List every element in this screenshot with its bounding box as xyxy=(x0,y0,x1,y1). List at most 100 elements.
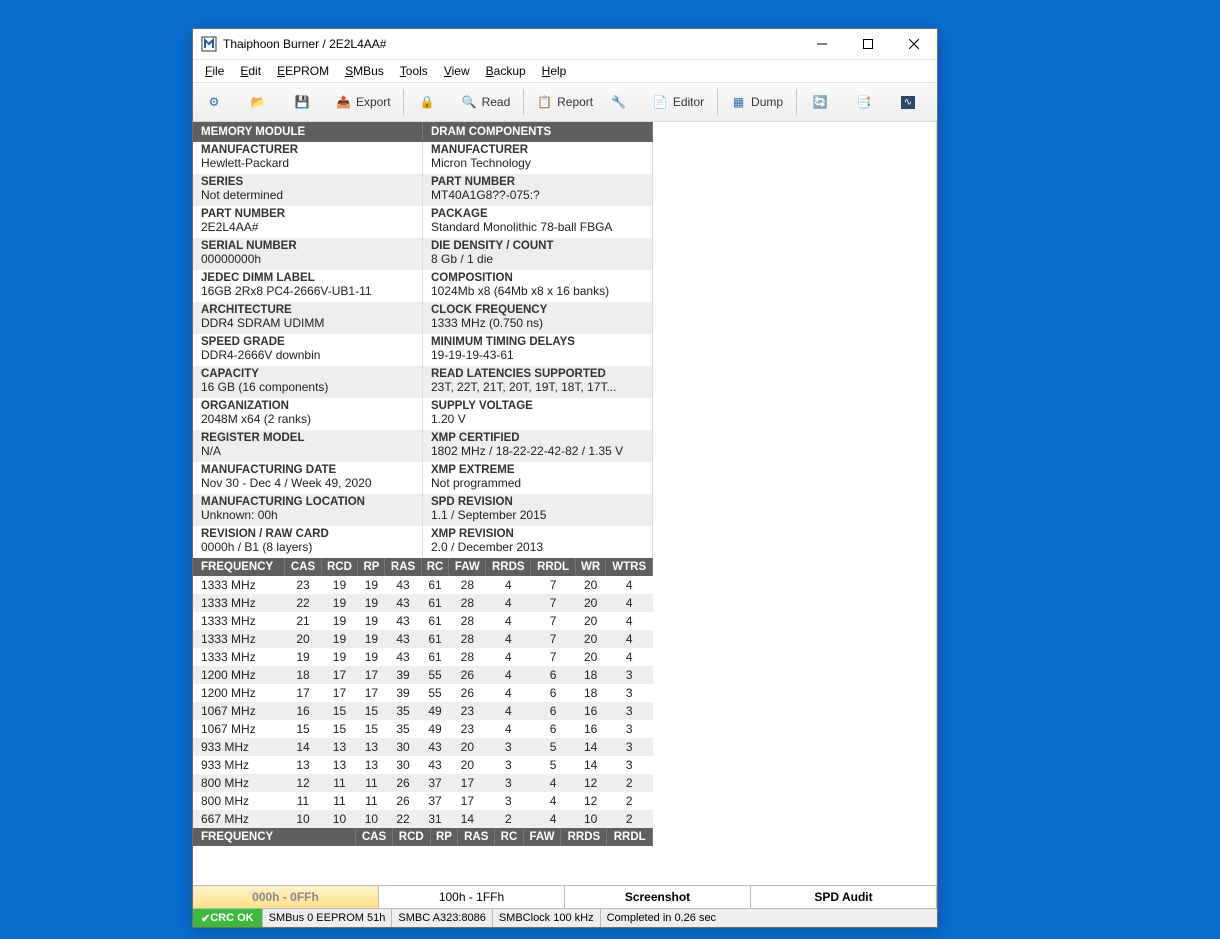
table-cell: 23 xyxy=(285,576,321,594)
copy-button[interactable]: 📑 xyxy=(847,86,889,118)
table-header: RAS xyxy=(385,558,421,576)
table-cell: 19 xyxy=(321,630,358,648)
toolbar-separator xyxy=(403,89,404,115)
info-label: READ LATENCIES SUPPORTED xyxy=(431,368,644,380)
toolbar-label: Dump xyxy=(751,95,783,109)
table-cell: 19 xyxy=(321,648,358,666)
content-area[interactable]: MEMORY MODULEMANUFACTURERHewlett-Packard… xyxy=(193,122,937,885)
table-cell: 12 xyxy=(285,774,321,792)
table-cell: 4 xyxy=(486,594,531,612)
dump-button[interactable]: ▦ Dump xyxy=(724,86,790,118)
menu-backup[interactable]: Backup xyxy=(478,62,534,80)
info-value: 23T, 22T, 21T, 20T, 19T, 18T, 17T... xyxy=(431,380,644,395)
menu-file[interactable]: File xyxy=(197,62,232,80)
table-cell: 4 xyxy=(606,576,653,594)
table-cell: 3 xyxy=(486,774,531,792)
table-cell: 55 xyxy=(421,666,449,684)
chip-button[interactable]: ∿ xyxy=(891,86,933,118)
info-row: XMP REVISION2.0 / December 2013 xyxy=(423,526,653,558)
save-button[interactable]: 💾 xyxy=(285,86,327,118)
table-cell: 30 xyxy=(385,738,421,756)
table-cell: 19 xyxy=(358,648,385,666)
info-label: JEDEC DIMM LABEL xyxy=(201,272,414,284)
table-cell: 6 xyxy=(531,720,575,738)
menu-edit[interactable]: Edit xyxy=(232,62,269,80)
table-cell: 15 xyxy=(358,720,385,738)
close-button[interactable] xyxy=(891,29,937,59)
table-cell: 19 xyxy=(321,612,358,630)
info-value: 0000h / B1 (8 layers) xyxy=(201,540,414,555)
table-row: 1333 MHz22191943612847204 xyxy=(193,594,653,612)
info-label: ARCHITECTURE xyxy=(201,304,414,316)
info-label: SPD REVISION xyxy=(431,496,644,508)
info-value: 19-19-19-43-61 xyxy=(431,348,644,363)
table-cell: 15 xyxy=(321,702,358,720)
table-cell: 61 xyxy=(421,576,449,594)
info-row: SPEED GRADEDDR4-2666V downbin xyxy=(193,334,423,366)
table-cell: 6 xyxy=(531,666,575,684)
folder-button[interactable]: 📂 xyxy=(241,86,283,118)
info-label: XMP CERTIFIED xyxy=(431,432,644,444)
table-cell: 14 xyxy=(285,738,321,756)
app-icon xyxy=(201,36,217,52)
info-label: PART NUMBER xyxy=(431,176,644,188)
table-cell: 2 xyxy=(606,810,653,828)
maximize-button[interactable] xyxy=(845,29,891,59)
table-cell: 19 xyxy=(321,576,358,594)
gear-button[interactable]: ⚙ xyxy=(197,86,239,118)
frequency-table-header-2: FREQUENCYCASRCDRPRASRCFAWRRDSRRDL xyxy=(193,828,653,846)
table-cell: 17 xyxy=(358,684,385,702)
table-cell: 10 xyxy=(285,810,321,828)
table-cell: 28 xyxy=(449,576,486,594)
read-button[interactable]: 🔍Read xyxy=(454,86,517,118)
table-header: RP xyxy=(358,558,385,576)
report-button[interactable]: 📋Report xyxy=(530,86,600,118)
table-cell: 1333 MHz xyxy=(193,612,285,630)
lock-button[interactable]: 🔒 xyxy=(410,86,452,118)
table-cell: 4 xyxy=(606,630,653,648)
tab-spd-audit[interactable]: SPD Audit xyxy=(751,886,937,908)
wrench-button[interactable]: 🔧 xyxy=(602,86,644,118)
window-title: Thaiphoon Burner / 2E2L4AA# xyxy=(223,37,799,51)
editor-button[interactable]: 📄Editor xyxy=(646,86,711,118)
table-cell: 43 xyxy=(385,630,421,648)
table-header: RAS xyxy=(458,828,495,846)
table-row: 1200 MHz18171739552646183 xyxy=(193,666,653,684)
info-value: 1333 MHz (0.750 ns) xyxy=(431,316,644,331)
tab-screenshot[interactable]: Screenshot xyxy=(565,886,751,908)
tab-000h---0ffh[interactable]: 000h - 0FFh xyxy=(193,886,379,908)
minimize-button[interactable] xyxy=(799,29,845,59)
info-row: REGISTER MODELN/A xyxy=(193,430,423,462)
chip-icon: ∿ xyxy=(898,92,918,112)
table-cell: 28 xyxy=(449,594,486,612)
tab-100h---1ffh[interactable]: 100h - 1FFh xyxy=(379,886,565,908)
info-value: 8 Gb / 1 die xyxy=(431,252,644,267)
menu-tools[interactable]: Tools xyxy=(392,62,436,80)
export-button[interactable]: 📤Export xyxy=(329,86,397,118)
table-row: 933 MHz14131330432035143 xyxy=(193,738,653,756)
info-value: 1802 MHz / 18-22-22-42-82 / 1.35 V xyxy=(431,444,644,459)
toolbar-label: Export xyxy=(356,95,391,109)
table-cell: 12 xyxy=(575,774,606,792)
table-cell: 4 xyxy=(606,612,653,630)
table-cell: 20 xyxy=(449,756,486,774)
info-columns: MEMORY MODULEMANUFACTURERHewlett-Packard… xyxy=(193,122,653,558)
menu-smbus[interactable]: SMBus xyxy=(337,62,392,80)
table-cell: 2 xyxy=(486,810,531,828)
panel-header: MEMORY MODULE xyxy=(193,122,423,142)
info-label: MANUFACTURER xyxy=(201,144,414,156)
table-cell: 2 xyxy=(606,792,653,810)
menu-help[interactable]: Help xyxy=(534,62,575,80)
info-value: Hewlett-Packard xyxy=(201,156,414,171)
table-row: 800 MHz12111126371734122 xyxy=(193,774,653,792)
menu-eeprom[interactable]: EEPROM xyxy=(269,62,337,80)
info-label: MANUFACTURER xyxy=(431,144,644,156)
table-header: FAW xyxy=(449,558,486,576)
table-cell: 3 xyxy=(606,702,653,720)
table-cell: 18 xyxy=(285,666,321,684)
table-cell: 17 xyxy=(321,684,358,702)
table-cell: 61 xyxy=(421,630,449,648)
refresh-button[interactable]: 🔄 xyxy=(803,86,845,118)
menu-view[interactable]: View xyxy=(436,62,478,80)
grid-icon: ▦ xyxy=(731,92,746,112)
